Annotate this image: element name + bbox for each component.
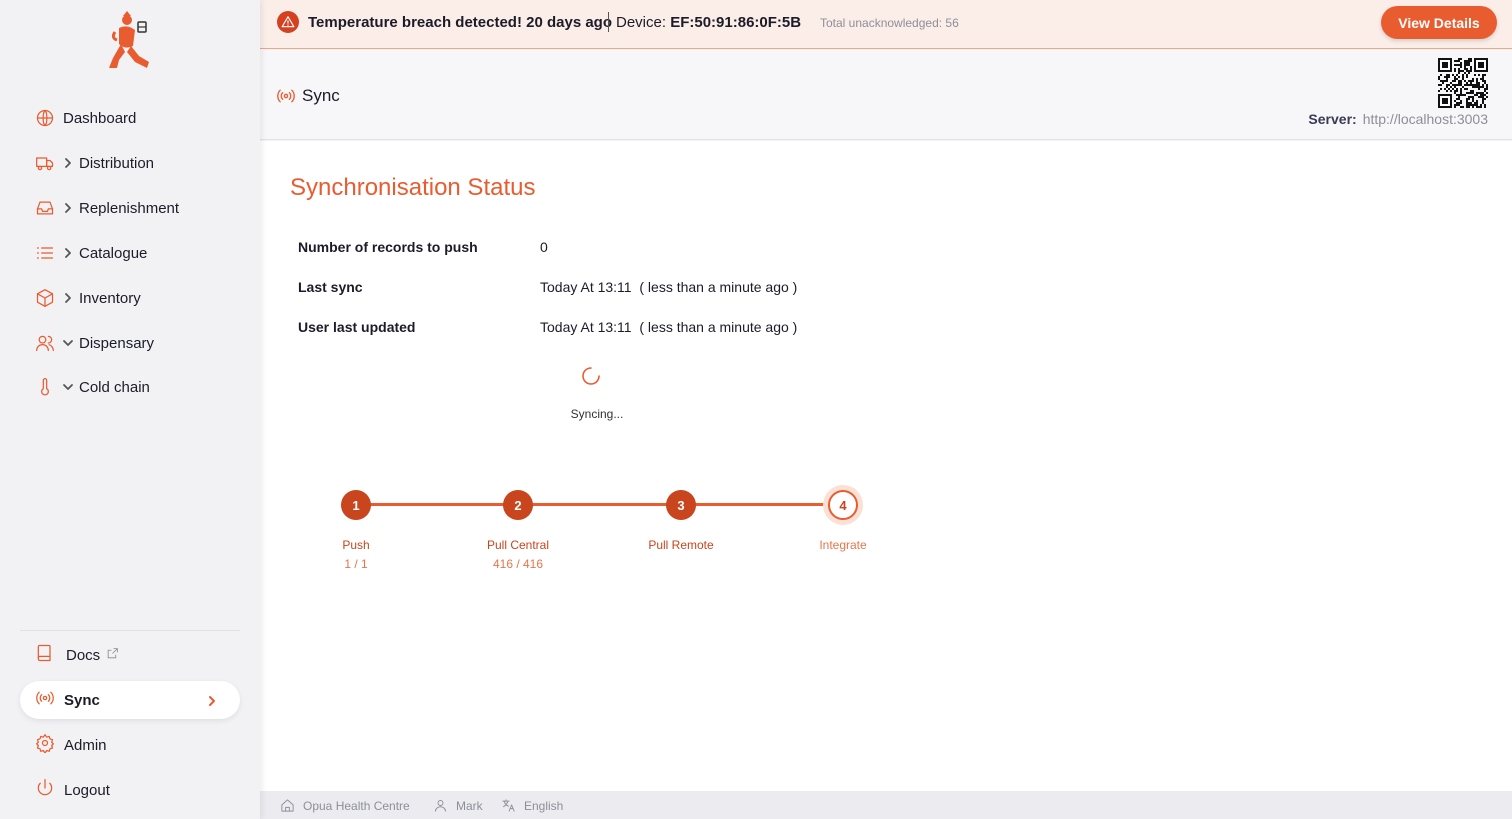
sidebar-item-label: Catalogue: [79, 244, 148, 262]
status-row-key: Last sync: [298, 279, 363, 295]
sidebar-item-label: Distribution: [79, 154, 155, 172]
step-label: Integrate: [819, 538, 867, 552]
book-icon: [35, 643, 55, 667]
warning-icon: [277, 11, 299, 33]
page-header: Sync Server: http://localhost:3003: [260, 50, 1512, 140]
footer-language-name: English: [524, 798, 564, 813]
footer-store[interactable]: Opua Health Centre: [280, 798, 410, 813]
logo-icon[interactable]: [105, 10, 155, 72]
sidebar-item-label: Sync: [64, 691, 100, 709]
alert-title: Temperature breach detected! 20 days ago: [308, 14, 612, 31]
home-icon: [281, 799, 294, 812]
sidebar-item-dashboard[interactable]: Dashboard: [34, 106, 136, 130]
step-circle-current: 4: [828, 490, 858, 520]
alert-device: Device: EF:50:91:86:0F:5B: [616, 14, 801, 31]
sidebar-item-cold-chain[interactable]: Cold chain: [34, 375, 150, 399]
view-details-button[interactable]: View Details: [1381, 6, 1497, 39]
status-row-value: Today At 13:11 ( less than a minute ago …: [540, 319, 798, 335]
alert-separator: [608, 12, 609, 32]
power-icon: [35, 778, 55, 802]
chevron-right-icon: [206, 694, 218, 711]
footer-store-name: Opua Health Centre: [303, 798, 410, 813]
box-icon: [34, 287, 56, 309]
step-label: Pull Remote: [648, 538, 714, 552]
section-title: Synchronisation Status: [290, 174, 536, 201]
step-progress: 416 / 416: [492, 557, 544, 571]
inbox-icon: [34, 197, 56, 219]
step-circle: 2: [503, 490, 533, 520]
translate-icon: [502, 799, 515, 812]
sidebar-item-label: Replenishment: [79, 199, 180, 217]
sidebar: Dashboard Distribution Replenishment Cat…: [0, 0, 260, 819]
status-row-value: Today At 13:11 ( less than a minute ago …: [540, 279, 798, 295]
sidebar-item-label: Inventory: [79, 289, 141, 307]
sidebar-item-sync[interactable]: Sync: [20, 681, 240, 719]
step-label: Push: [342, 538, 370, 552]
truck-icon: [34, 152, 56, 174]
status-row-value: 0: [540, 239, 548, 255]
server-info: Server: http://localhost:3003: [1308, 111, 1488, 127]
main-content: Synchronisation Status Number of records…: [260, 141, 1512, 791]
chevron-down-icon: [62, 381, 74, 393]
user-icon: [435, 800, 446, 812]
list-icon: [34, 242, 56, 264]
stepper-connector: [356, 503, 843, 506]
chevron-down-icon: [62, 337, 74, 349]
chevron-right-icon: [62, 292, 74, 304]
globe-icon: [34, 107, 56, 129]
step-circle: 1: [341, 490, 371, 520]
chevron-right-icon: [62, 247, 74, 259]
gear-icon: [35, 733, 55, 757]
chevron-right-icon: [62, 202, 74, 214]
device-id: EF:50:91:86:0F:5B: [670, 14, 802, 31]
sync-status-text: Syncing...: [570, 407, 624, 421]
sidebar-item-catalogue[interactable]: Catalogue: [34, 241, 147, 265]
chevron-right-icon: [62, 157, 74, 169]
sidebar-divider: [20, 630, 240, 631]
device-label: Device:: [616, 14, 667, 31]
footer-user[interactable]: Mark: [433, 798, 483, 813]
external-link-icon: [100, 647, 119, 664]
radio-icon: [277, 89, 295, 103]
sidebar-item-docs[interactable]: Docs: [20, 636, 240, 674]
step-label: Pull Central: [486, 538, 550, 552]
sidebar-item-label: Dashboard: [63, 109, 137, 127]
footer-user-name: Mark: [456, 798, 483, 813]
server-url: http://localhost:3003: [1362, 111, 1488, 127]
page-title: Sync: [276, 86, 340, 106]
sidebar-item-label: Logout: [64, 781, 110, 799]
loading-spinner-icon: [582, 367, 600, 385]
radio-icon: [35, 688, 55, 712]
server-label: Server:: [1308, 111, 1357, 127]
step-progress: 1 / 1: [344, 557, 368, 571]
status-footer: Opua Health Centre Mark English: [260, 791, 1512, 819]
step-circle: 3: [666, 490, 696, 520]
page-title-text: Sync: [302, 86, 340, 105]
users-icon: [34, 332, 56, 354]
sidebar-item-label: Admin: [64, 736, 107, 754]
status-row-key: Number of records to push: [298, 239, 478, 255]
sidebar-item-replenishment[interactable]: Replenishment: [34, 196, 179, 220]
sidebar-item-label: Dispensary: [79, 334, 155, 352]
sidebar-item-logout[interactable]: Logout: [20, 771, 240, 809]
sidebar-item-dispensary[interactable]: Dispensary: [34, 331, 154, 355]
qr-code-icon[interactable]: [1438, 58, 1488, 108]
sidebar-item-admin[interactable]: Admin: [20, 726, 240, 764]
sidebar-item-label: Cold chain: [79, 378, 150, 396]
sidebar-item-label: Docs: [66, 646, 101, 664]
footer-language[interactable]: English: [501, 798, 563, 813]
status-row-key: User last updated: [298, 319, 416, 335]
sidebar-item-inventory[interactable]: Inventory: [34, 286, 141, 310]
sidebar-item-distribution[interactable]: Distribution: [34, 151, 154, 175]
temperature-alert-bar: Temperature breach detected! 20 days ago…: [260, 0, 1512, 49]
alert-total-unacknowledged: Total unacknowledged: 56: [820, 16, 959, 30]
thermometer-icon: [34, 376, 56, 398]
